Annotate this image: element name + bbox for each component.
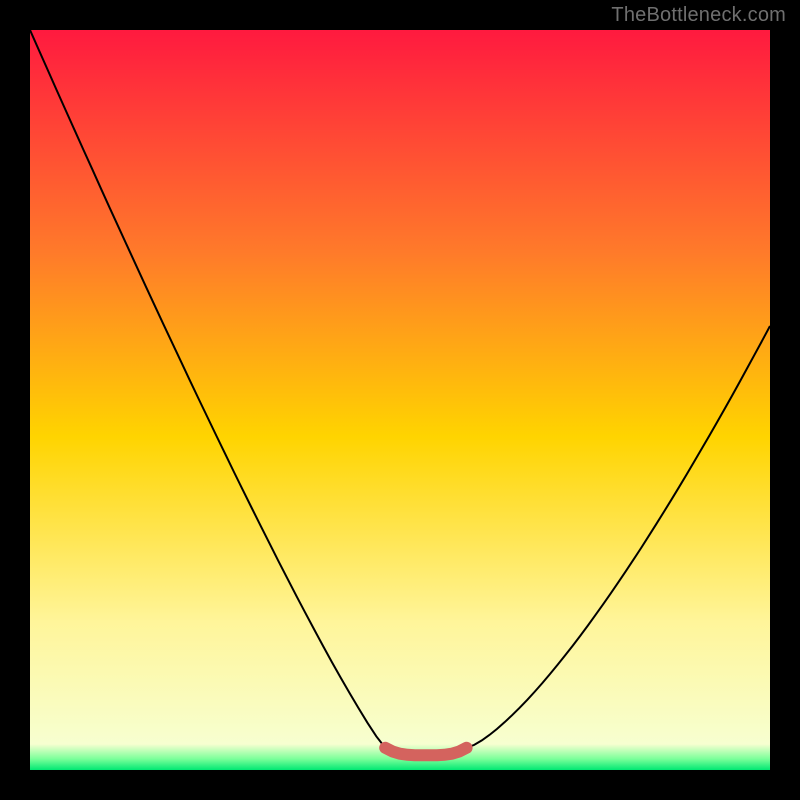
watermark-text: TheBottleneck.com (611, 4, 786, 27)
chart-svg (30, 30, 770, 770)
chart-frame: TheBottleneck.com (0, 0, 800, 800)
chart-plot-area (30, 30, 770, 770)
gradient-background (30, 30, 770, 770)
